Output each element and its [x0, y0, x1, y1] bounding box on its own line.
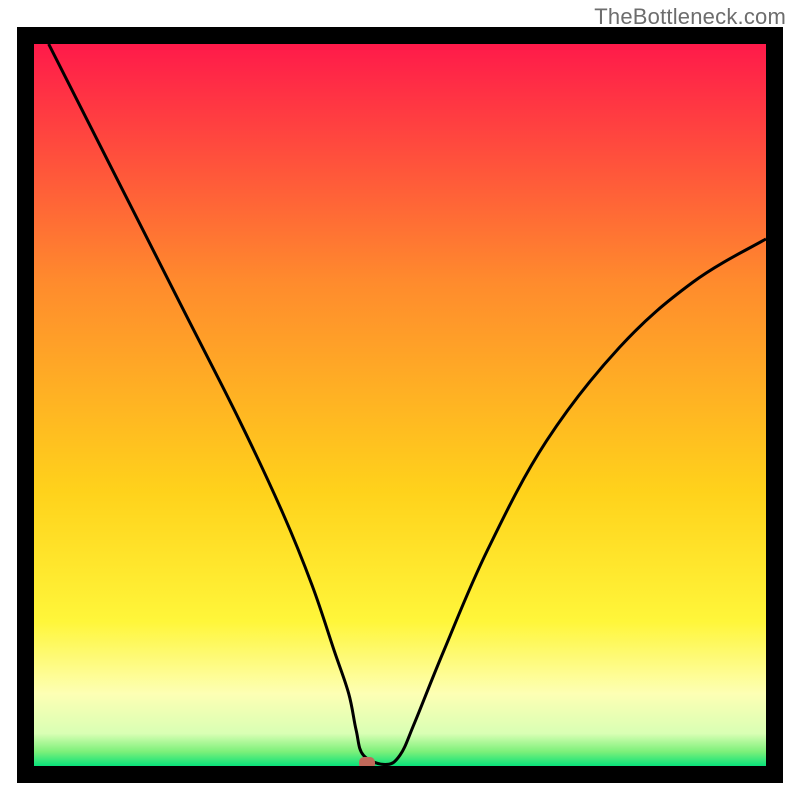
watermark-text: TheBottleneck.com: [594, 4, 786, 30]
optimal-point-marker: [359, 757, 375, 766]
plot-area: [34, 44, 766, 766]
chart-container: TheBottleneck.com: [0, 0, 800, 800]
curve-svg: [34, 44, 766, 766]
bottleneck-curve: [49, 44, 766, 765]
